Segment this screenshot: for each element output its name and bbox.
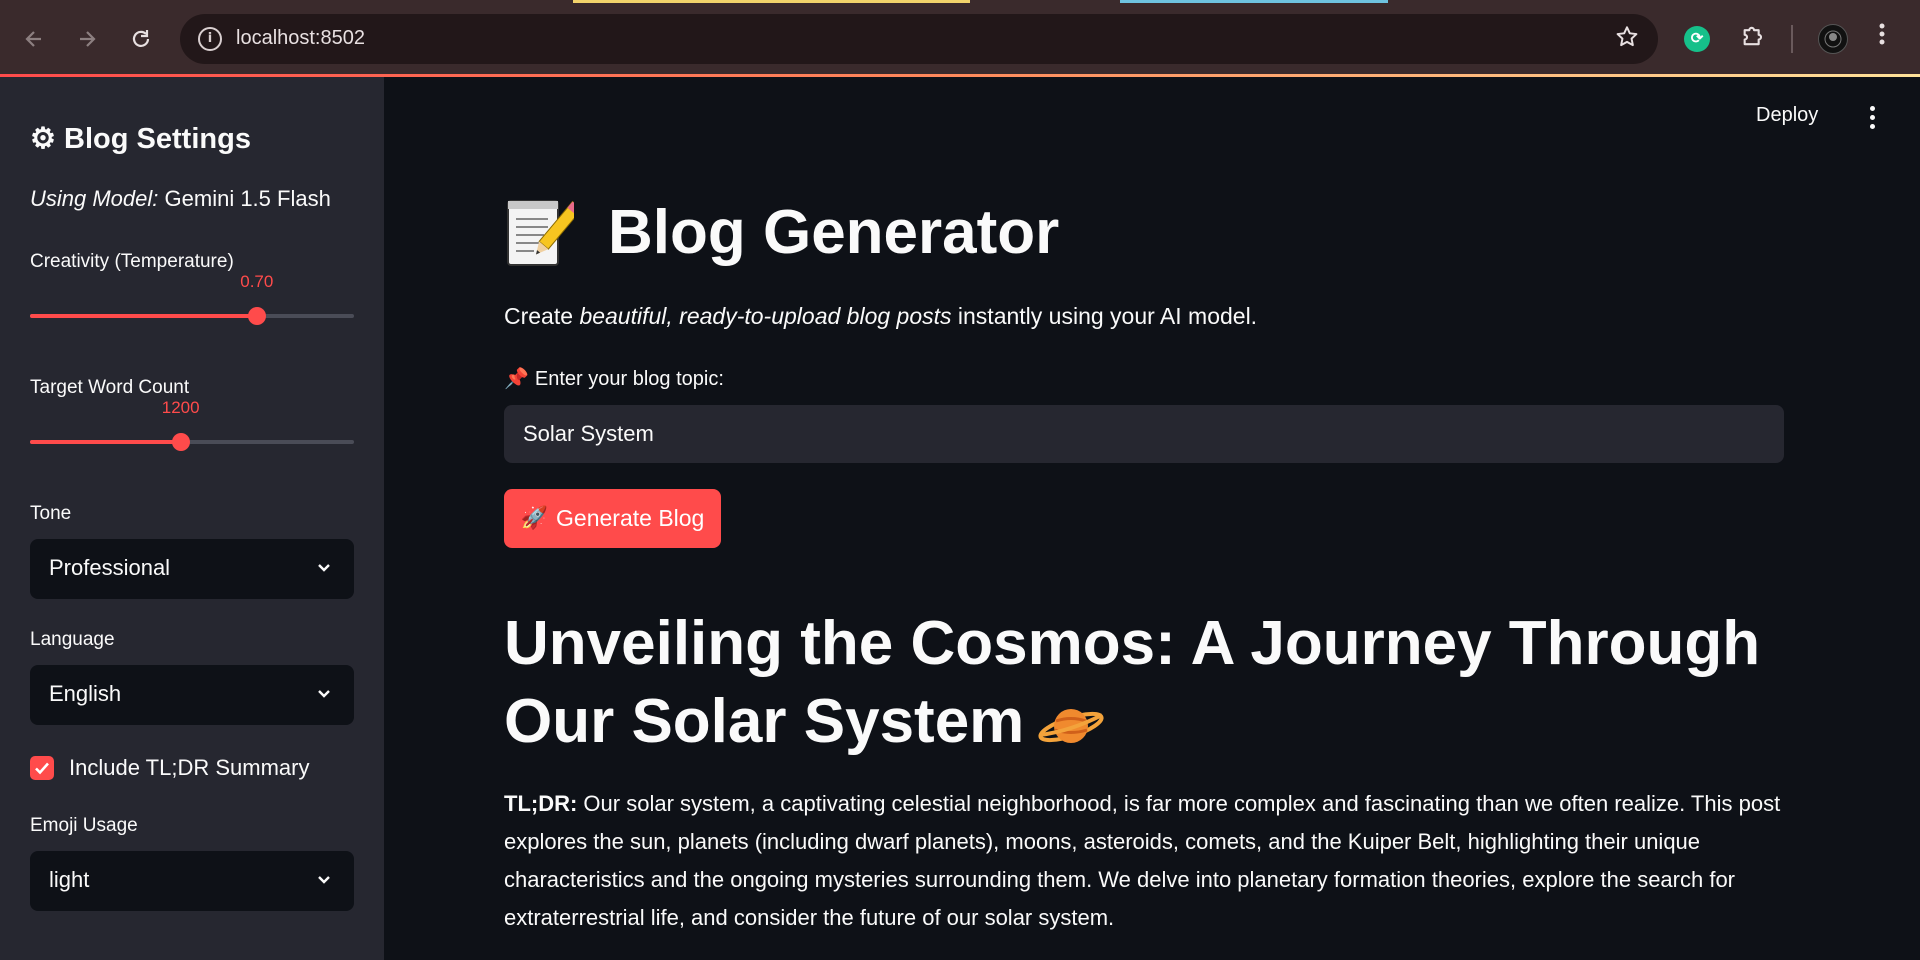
toolbar-divider (1791, 25, 1793, 53)
star-icon[interactable] (1614, 24, 1640, 57)
chevron-down-icon (318, 564, 330, 572)
tone-label: Tone (30, 503, 72, 524)
pushpin-icon: 📌 (504, 366, 529, 390)
language-label: Language (30, 629, 115, 650)
tab-indicator (573, 0, 970, 3)
tldr-checkbox-label[interactable]: Include TL;DR Summary (69, 755, 309, 781)
emoji-usage-select[interactable]: light (30, 851, 354, 911)
tone-selected: Professional (49, 555, 171, 580)
browser-menu-icon[interactable] (1878, 20, 1886, 55)
slider-value: 0.70 (240, 272, 274, 291)
tldr-checkbox[interactable] (30, 756, 54, 780)
emoji-usage-label: Emoji Usage (30, 815, 138, 836)
slider-value: 1200 (161, 398, 200, 417)
slider-thumb[interactable] (171, 433, 190, 451)
slider-fill (30, 314, 257, 318)
memo-icon (507, 200, 574, 266)
sidebar: ⚙ Blog Settings Using Model: Gemini 1.5 … (0, 77, 384, 960)
tab-indicator (1120, 0, 1388, 3)
slider-fill (30, 440, 181, 444)
language-selected: English (49, 681, 122, 706)
chevron-down-icon (318, 690, 330, 698)
deploy-button[interactable]: Deploy (1756, 104, 1818, 127)
subtitle-text: Create (504, 303, 580, 329)
subtitle-text: instantly using your AI model. (951, 303, 1258, 329)
sidebar-title: ⚙ Blog Settings (30, 123, 251, 155)
tone-select[interactable]: Professional (30, 539, 354, 599)
tldr-summary: TL;DR: Our solar system, a captivating c… (504, 785, 1794, 937)
topic-input[interactable] (504, 405, 1784, 463)
temperature-label: Creativity (Temperature) (30, 251, 234, 272)
checkmark-icon (35, 762, 49, 775)
temperature-slider[interactable]: 0.70 (30, 272, 354, 326)
rocket-icon: 🚀 (520, 506, 549, 531)
reload-icon[interactable] (124, 22, 158, 56)
word-count-label: Target Word Count (30, 377, 190, 398)
page-subtitle: Create beautiful, ready-to-upload blog p… (504, 303, 1257, 330)
topic-label-text: Enter your blog topic: (534, 368, 724, 390)
emoji-usage-selected: light (49, 867, 90, 892)
slider-thumb[interactable] (247, 307, 266, 325)
chevron-down-icon (318, 876, 330, 884)
tldr-text: Our solar system, a captivating celestia… (504, 791, 1781, 930)
extension-sync-icon[interactable]: ⟳ (1684, 26, 1710, 52)
generate-blog-button[interactable]: 🚀 Generate Blog (504, 489, 721, 548)
word-count-slider[interactable]: 1200 (30, 398, 354, 452)
model-label: Using Model: (30, 186, 159, 211)
topic-label: 📌 Enter your blog topic: (504, 366, 724, 391)
language-select[interactable]: English (30, 665, 354, 725)
blog-title: Unveiling the Cosmos: A Journey Through … (504, 605, 1804, 761)
back-arrow-icon[interactable] (17, 22, 51, 56)
forward-arrow-icon[interactable] (70, 22, 104, 56)
tldr-label: TL;DR: (504, 791, 578, 816)
info-icon[interactable]: i (198, 27, 222, 51)
browser-toolbar: i localhost:8502 ⟳ (0, 0, 1920, 76)
model-name: Gemini 1.5 Flash (164, 186, 331, 211)
url-text[interactable]: localhost:8502 (236, 27, 365, 50)
model-info: Using Model: Gemini 1.5 Flash (30, 186, 331, 212)
generate-blog-label: Generate Blog (556, 505, 705, 531)
page-title: Blog Generator (608, 198, 1060, 267)
kebab-menu-icon[interactable] (1862, 103, 1882, 133)
blog-title-text: Unveiling the Cosmos: A Journey Through … (504, 609, 1761, 756)
profile-avatar[interactable] (1818, 24, 1848, 54)
puzzle-icon[interactable] (1740, 22, 1768, 57)
ringed-planet-icon (1038, 708, 1104, 743)
address-bar[interactable]: i localhost:8502 (180, 14, 1658, 64)
subtitle-emphasis: beautiful, ready-to-upload blog posts (579, 303, 952, 329)
